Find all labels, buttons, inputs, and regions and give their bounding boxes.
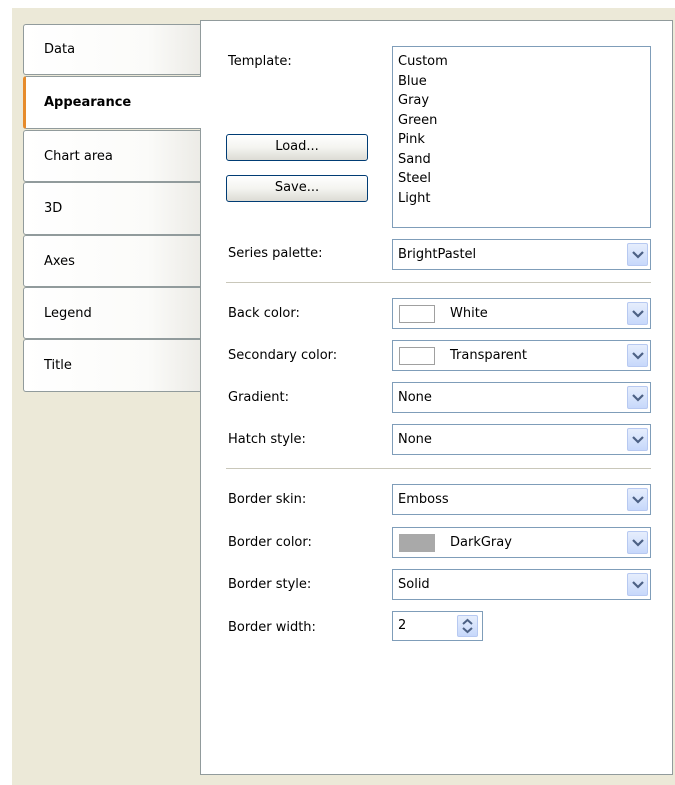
secondary-color-value: Transparent xyxy=(450,348,527,363)
tab-label: Appearance xyxy=(44,95,132,110)
series-palette-value: BrightPastel xyxy=(398,247,477,262)
border-width-label: Border width: xyxy=(228,620,316,635)
gradient-dropdown[interactable]: None xyxy=(392,382,651,413)
border-width-stepper[interactable]: 2 xyxy=(392,611,483,641)
separator xyxy=(226,282,651,283)
back-color-value: White xyxy=(450,306,488,321)
border-style-label: Border style: xyxy=(228,577,312,592)
template-option-green[interactable]: Green xyxy=(398,111,650,131)
chevron-down-icon[interactable] xyxy=(627,243,648,266)
secondary-color-dropdown[interactable]: Transparent xyxy=(392,340,651,371)
chevron-down-icon[interactable] xyxy=(627,488,648,511)
gradient-value: None xyxy=(398,390,432,405)
back-color-label: Back color: xyxy=(228,306,300,321)
tab-appearance[interactable]: Appearance xyxy=(23,76,201,129)
hatch-style-label: Hatch style: xyxy=(228,432,306,447)
tab-3d[interactable]: 3D xyxy=(23,182,201,235)
template-list[interactable]: Custom Blue Gray Green Pink Sand Steel L… xyxy=(392,46,651,228)
hatch-style-value: None xyxy=(398,432,432,447)
spin-arrows-icon[interactable] xyxy=(457,615,478,637)
template-label: Template: xyxy=(228,54,292,69)
chevron-down-icon[interactable] xyxy=(627,428,648,451)
tab-label: Axes xyxy=(44,253,75,269)
secondary-color-label: Secondary color: xyxy=(228,348,338,363)
tab-label: Chart area xyxy=(44,148,113,164)
load-button[interactable]: Load... xyxy=(226,134,368,161)
border-skin-value: Emboss xyxy=(398,492,449,507)
back-color-dropdown[interactable]: White xyxy=(392,298,651,329)
tab-label: Legend xyxy=(44,305,92,321)
series-palette-label: Series palette: xyxy=(228,246,323,261)
color-swatch xyxy=(399,347,435,365)
border-color-label: Border color: xyxy=(228,535,312,550)
template-option-pink[interactable]: Pink xyxy=(398,130,650,150)
tab-axes[interactable]: Axes xyxy=(23,235,201,287)
border-color-dropdown[interactable]: DarkGray xyxy=(392,527,651,558)
border-width-value: 2 xyxy=(398,618,407,633)
template-option-gray[interactable]: Gray xyxy=(398,91,650,111)
tab-label: 3D xyxy=(44,201,63,216)
hatch-style-dropdown[interactable]: None xyxy=(392,424,651,455)
separator xyxy=(226,468,651,469)
color-swatch xyxy=(399,534,435,552)
template-option-sand[interactable]: Sand xyxy=(398,150,650,170)
color-swatch xyxy=(399,305,435,323)
border-style-value: Solid xyxy=(398,577,430,592)
chevron-down-icon[interactable] xyxy=(627,344,648,367)
tab-data[interactable]: Data xyxy=(23,24,201,75)
chevron-down-icon[interactable] xyxy=(627,302,648,325)
chevron-down-icon[interactable] xyxy=(627,386,648,409)
border-color-value: DarkGray xyxy=(450,535,512,550)
template-option-blue[interactable]: Blue xyxy=(398,72,650,92)
template-option-light[interactable]: Light xyxy=(398,189,650,209)
template-option-custom[interactable]: Custom xyxy=(398,52,650,72)
tab-label: Title xyxy=(44,358,72,373)
series-palette-dropdown[interactable]: BrightPastel xyxy=(392,239,651,270)
tab-legend[interactable]: Legend xyxy=(23,287,201,339)
tab-label: Data xyxy=(44,42,76,57)
chevron-down-icon[interactable] xyxy=(627,573,648,596)
tab-chart-area[interactable]: Chart area xyxy=(23,130,201,182)
save-button[interactable]: Save... xyxy=(226,175,368,202)
border-skin-label: Border skin: xyxy=(228,492,307,507)
chevron-down-icon[interactable] xyxy=(627,531,648,554)
tab-title[interactable]: Title xyxy=(23,339,201,392)
border-skin-dropdown[interactable]: Emboss xyxy=(392,484,651,515)
border-style-dropdown[interactable]: Solid xyxy=(392,569,651,600)
gradient-label: Gradient: xyxy=(228,390,289,405)
template-option-steel[interactable]: Steel xyxy=(398,169,650,189)
